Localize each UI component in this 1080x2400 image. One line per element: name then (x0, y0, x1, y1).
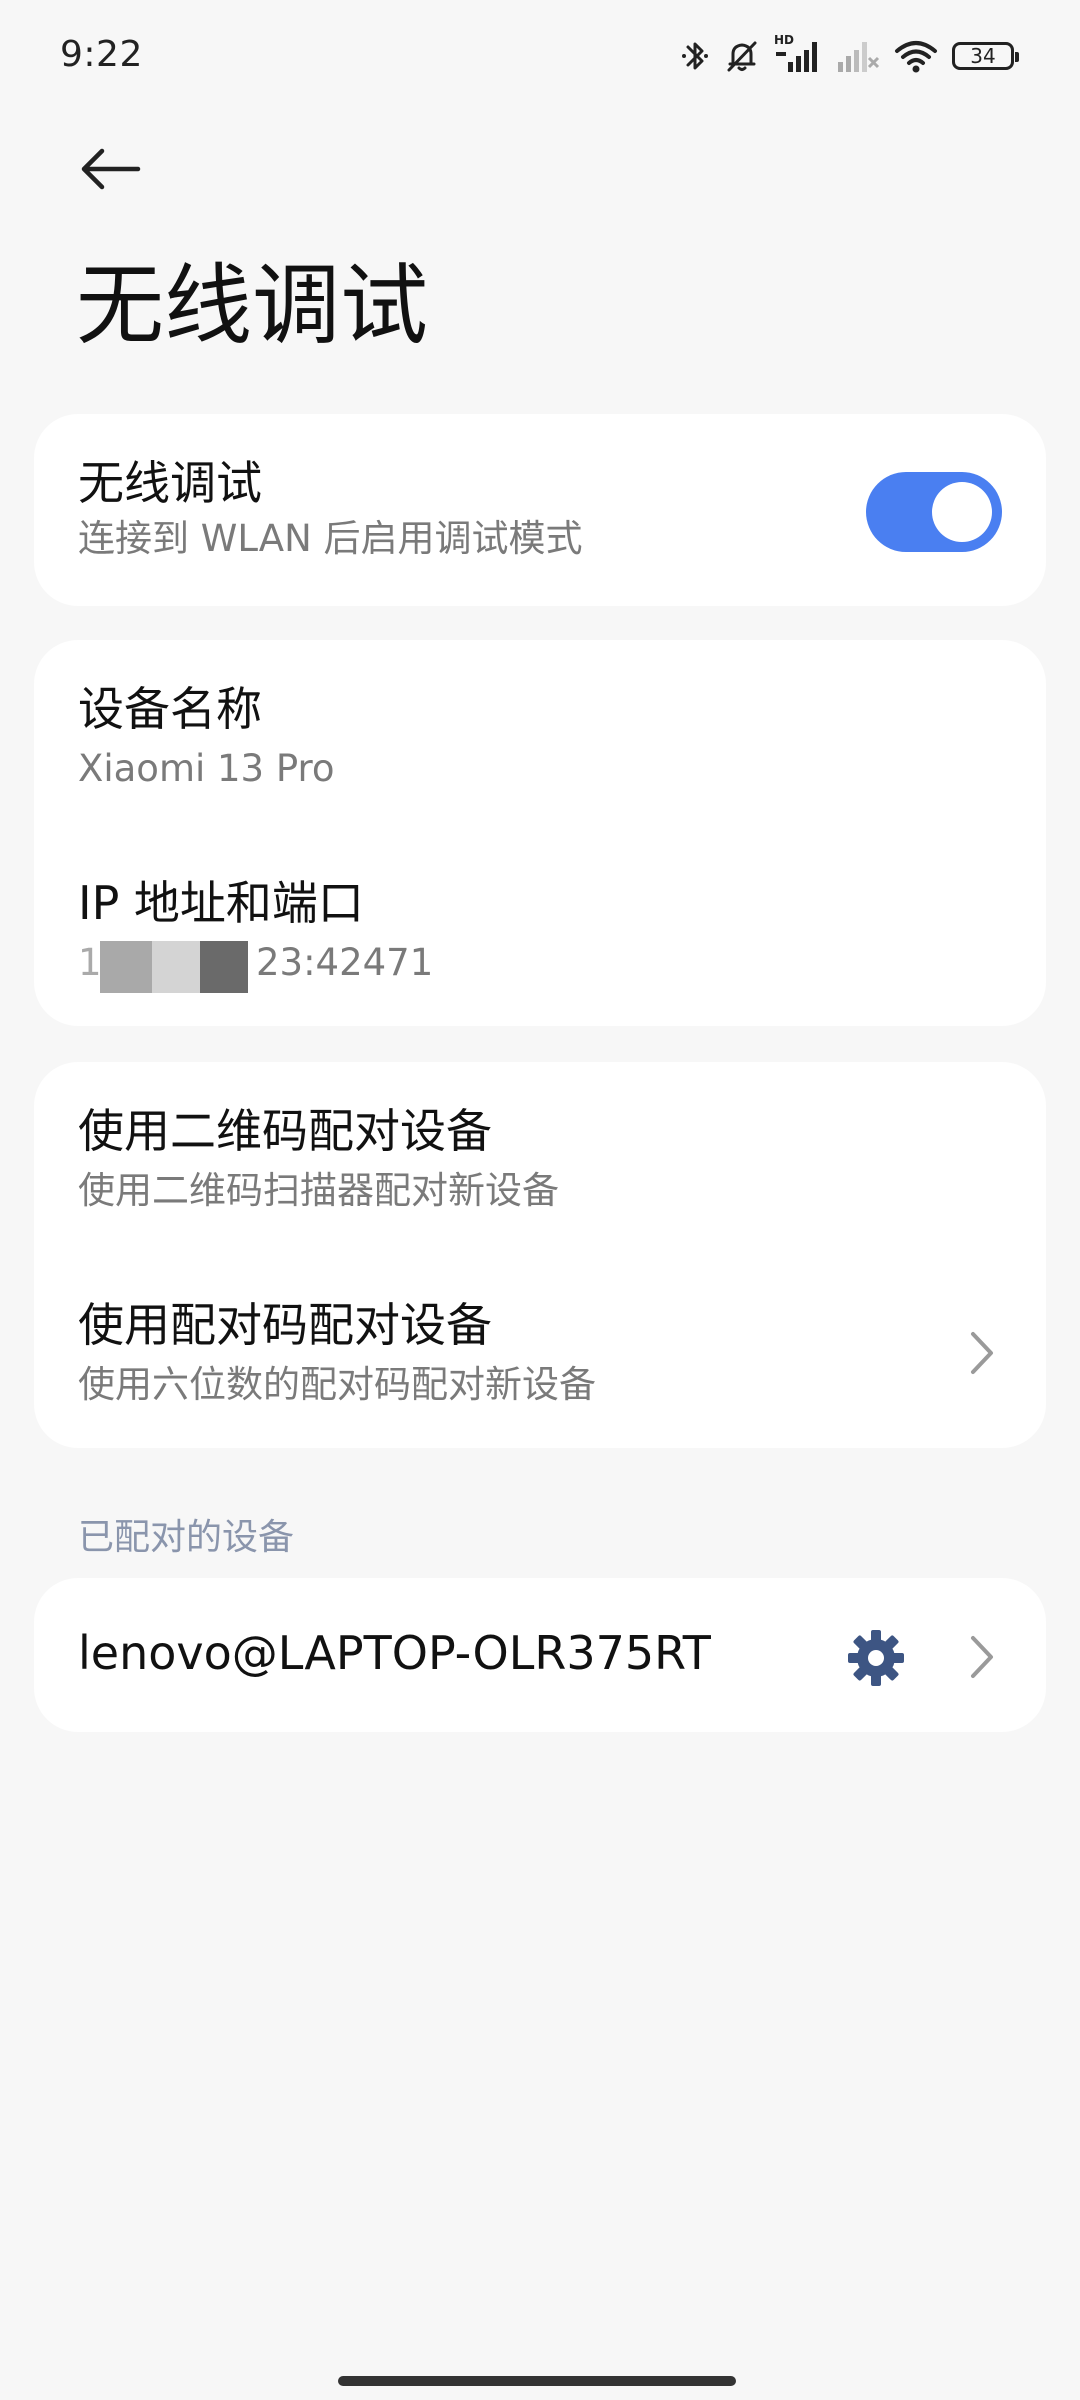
pair-code-subtitle: 使用六位数的配对码配对新设备 (78, 1363, 596, 1407)
wireless-debugging-title: 无线调试 (78, 456, 262, 510)
status-icons: HD 34 (680, 34, 1019, 76)
paired-devices-card: lenovo@LAPTOP-OLR375RT (34, 1578, 1046, 1732)
page-title: 无线调试 (76, 254, 429, 357)
toggle-knob (932, 482, 992, 542)
paired-device-row[interactable]: lenovo@LAPTOP-OLR375RT (78, 1626, 786, 1681)
status-bar: 9:22 HD 34 (0, 0, 1080, 116)
wifi-icon (894, 38, 938, 74)
pair-code-title: 使用配对码配对设备 (78, 1298, 492, 1352)
battery-icon: 34 (952, 42, 1019, 70)
wireless-debugging-toggle[interactable] (866, 472, 1002, 552)
pairing-card: 使用二维码配对设备 使用二维码扫描器配对新设备 使用配对码配对设备 使用六位数的… (34, 1062, 1046, 1448)
silent-bell-icon (724, 38, 760, 74)
chevron-right-icon[interactable] (962, 1328, 1002, 1378)
paired-device-name: lenovo@LAPTOP-OLR375RT (78, 1626, 711, 1680)
bluetooth-icon (680, 38, 710, 74)
gear-icon[interactable] (846, 1628, 906, 1688)
pair-qr-row[interactable]: 使用二维码配对设备 使用二维码扫描器配对新设备 (78, 1104, 1002, 1214)
wireless-debugging-row[interactable]: 无线调试 连接到 WLAN 后启用调试模式 (78, 456, 1002, 562)
ip-address-label: IP 地址和端口 (78, 876, 364, 930)
device-name-value: Xiaomi 13 Pro (78, 747, 335, 791)
device-name-label: 设备名称 (78, 682, 262, 736)
ip-address-value: 1 23:42471 (78, 941, 1002, 994)
ip-address-row[interactable]: IP 地址和端口 1 23:42471 (78, 876, 1002, 994)
pair-qr-title: 使用二维码配对设备 (78, 1104, 492, 1158)
home-indicator[interactable] (338, 2376, 736, 2386)
back-arrow-icon (81, 148, 141, 190)
paired-devices-label: 已配对的设备 (78, 1517, 295, 1558)
device-info-card: 设备名称 Xiaomi 13 Pro IP 地址和端口 1 23:42471 (34, 640, 1046, 1026)
chevron-right-icon[interactable] (962, 1632, 1002, 1682)
wireless-debugging-card: 无线调试 连接到 WLAN 后启用调试模式 (34, 414, 1046, 606)
status-time: 9:22 (60, 34, 143, 75)
back-button[interactable] (74, 138, 146, 200)
wireless-debugging-subtitle: 连接到 WLAN 后启用调试模式 (78, 517, 583, 561)
signal-weak-icon (836, 38, 880, 74)
pair-code-row[interactable]: 使用配对码配对设备 使用六位数的配对码配对新设备 (78, 1298, 1002, 1408)
ip-redaction-mask (100, 941, 248, 994)
pair-qr-subtitle: 使用二维码扫描器配对新设备 (78, 1169, 559, 1213)
device-name-row[interactable]: 设备名称 Xiaomi 13 Pro (78, 682, 1002, 792)
ip-suffix: 23:42471 (256, 941, 434, 985)
ip-prefix: 1 (78, 941, 102, 985)
battery-level: 34 (970, 44, 996, 68)
signal-icon: HD (774, 34, 822, 74)
